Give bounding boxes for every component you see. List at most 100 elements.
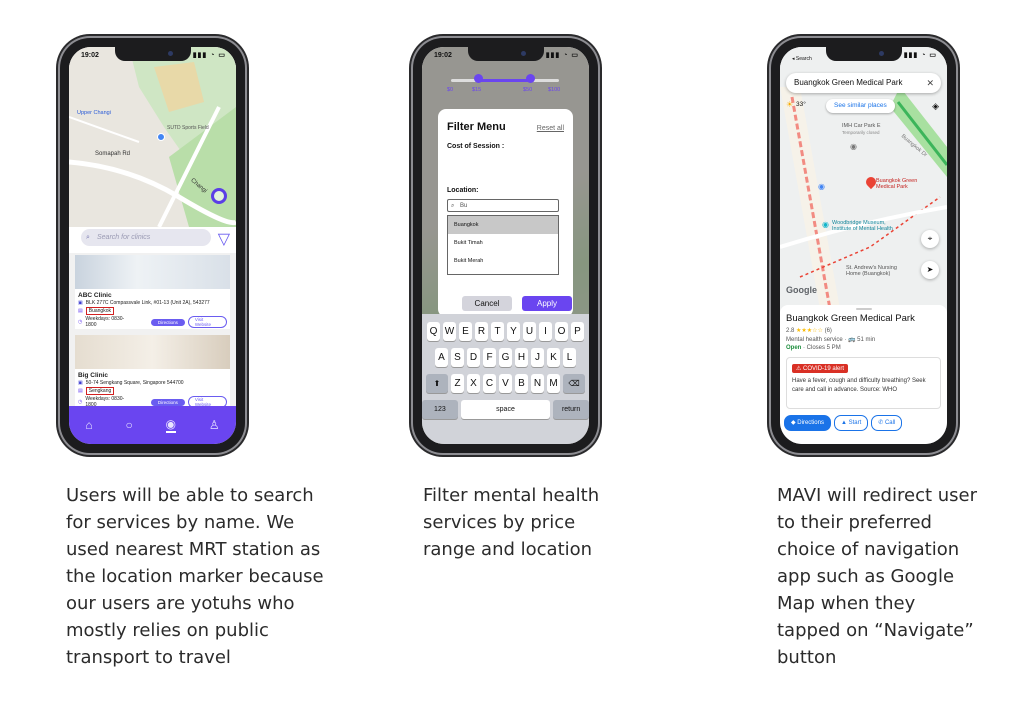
price-tick: $15 <box>472 87 482 93</box>
close-icon[interactable]: ✕ <box>926 73 934 93</box>
rating-stars: ★★★☆☆ <box>796 328 823 334</box>
caption-navigation: MAVI will redirect user to their preferr… <box>777 485 978 668</box>
key[interactable]: N <box>531 374 544 393</box>
place-pin-icon[interactable]: ◉ <box>818 182 825 191</box>
visit-website-button[interactable]: Visit Website <box>187 316 227 328</box>
sheet-drag-handle[interactable] <box>855 308 872 310</box>
layers-icon[interactable]: ◈ <box>932 101 939 112</box>
clinic-station-row: ▤ Sengkang <box>78 387 227 395</box>
keyboard-row: Q W E R T Y U I O P <box>422 322 589 341</box>
key[interactable]: F <box>483 348 496 367</box>
clinic-name: ABC Clinic <box>78 292 112 299</box>
keyboard-row: 123 space return <box>422 400 589 419</box>
key[interactable]: K <box>547 348 560 367</box>
museum-pin-icon[interactable]: ◉ <box>822 220 829 229</box>
search-tab-icon[interactable]: ○ <box>125 418 132 432</box>
place-details-sheet: Buangkok Green Medical Park 2.8 ★★★☆☆ (6… <box>780 305 947 444</box>
building-icon: ▣ <box>78 300 83 306</box>
clinic-search-input[interactable]: ⌕ Search for clinics <box>81 229 211 246</box>
key[interactable]: O <box>555 322 568 341</box>
dropdown-option[interactable]: Bukit Merah <box>448 252 558 270</box>
see-similar-places-button[interactable]: See similar places <box>826 99 895 113</box>
covid-alert-badge: ⚠ COVID-19 alert <box>792 364 849 373</box>
price-min-handle[interactable] <box>474 74 483 83</box>
key[interactable]: C <box>483 374 496 393</box>
dropdown-option[interactable]: Buangkok <box>448 216 558 234</box>
clinic-card[interactable]: ABC Clinic ▣ BLK 277C Compassvale Link, #… <box>75 255 230 329</box>
map-pin-icon[interactable]: ◉ <box>165 417 177 433</box>
key[interactable]: W <box>443 322 456 341</box>
map-label-selected-place: Buangkok Green Medical Park <box>876 178 918 190</box>
key[interactable]: P <box>571 322 584 341</box>
review-count: (6) <box>824 328 832 334</box>
parking-pin-icon[interactable]: ◉ <box>850 142 857 151</box>
key[interactable]: Z <box>451 374 464 393</box>
map-view[interactable]: Upper Changi SUTD Sports Field Somapah R… <box>69 47 236 227</box>
place-type: Mental health service · 🚌 51 min <box>786 337 876 343</box>
cancel-button[interactable]: Cancel <box>462 296 512 311</box>
key[interactable]: H <box>515 348 528 367</box>
search-placeholder: Search for clinics <box>97 234 151 241</box>
key[interactable]: Q <box>427 322 440 341</box>
key[interactable]: S <box>451 348 464 367</box>
clinic-station: Sengkang <box>85 387 115 395</box>
key[interactable]: J <box>531 348 544 367</box>
location-marker-icon[interactable] <box>211 188 227 204</box>
start-label: Start <box>848 420 862 426</box>
key[interactable]: M <box>547 374 560 393</box>
filter-icon[interactable]: ▽ <box>218 229 230 249</box>
key[interactable]: I <box>539 322 552 341</box>
my-location-icon[interactable]: ⌖ <box>921 230 939 248</box>
directions-label: Directions <box>797 420 824 426</box>
clinic-address: BLK 277C Compassvale Link, #01-13 (Unit … <box>85 300 210 306</box>
key[interactable]: L <box>563 348 576 367</box>
space-key[interactable]: space <box>460 400 551 419</box>
key[interactable]: T <box>491 322 504 341</box>
location-input[interactable]: ⌕ Bu <box>447 199 559 212</box>
call-button[interactable]: ✆ Call <box>871 415 903 431</box>
map-label-somapah: Somapah Rd <box>95 151 131 157</box>
key[interactable]: D <box>467 348 480 367</box>
call-label: Call <box>884 420 896 426</box>
closing-time: · Closes 5 PM <box>801 345 841 351</box>
clinic-hours-row: ◷ Weekdays: 0830-1800 Directions Visit We… <box>78 316 227 328</box>
start-button[interactable]: ▲ Start <box>833 415 869 431</box>
phone-notch <box>114 47 191 61</box>
clinic-card[interactable]: Big Clinic ▣ 50-74 Sengkang Square, Singa… <box>75 335 230 409</box>
directions-button[interactable]: Directions <box>150 318 185 326</box>
phone-mockup-filter: 19:02 ▮▮▮ ◔ ▭ Filter Menu Reset all Cost… <box>413 38 598 453</box>
status-time: 19:02 <box>81 52 99 59</box>
key[interactable]: X <box>467 374 480 393</box>
shift-key-icon[interactable]: ⬆ <box>426 374 448 393</box>
back-to-search-link[interactable]: ◂ Search <box>792 56 812 62</box>
directions-button[interactable]: ◆ Directions <box>784 415 831 431</box>
profile-icon[interactable]: ♙ <box>209 418 220 432</box>
clinic-station: Buangkok <box>85 307 114 315</box>
covid-alert-card[interactable]: ⚠ COVID-19 alert Have a fever, cough and… <box>786 357 941 409</box>
place-name: Buangkok Green Medical Park <box>786 313 915 324</box>
dropdown-option[interactable]: Bukit Timah <box>448 234 558 252</box>
key[interactable]: E <box>459 322 472 341</box>
phone-icon: ✆ <box>878 420 885 426</box>
directions-button[interactable]: Directions <box>150 398 185 406</box>
backspace-key-icon[interactable]: ⌫ <box>563 374 585 393</box>
map-label-imh-status: Temporarily closed <box>842 130 880 135</box>
navigate-arrow-icon[interactable]: ➤ <box>921 261 939 279</box>
key[interactable]: G <box>499 348 512 367</box>
key[interactable]: Y <box>507 322 520 341</box>
key[interactable]: U <box>523 322 536 341</box>
price-max-handle[interactable] <box>526 74 535 83</box>
key[interactable]: R <box>475 322 488 341</box>
signal-battery-icon: ▮▮▮ ◔ ▭ <box>903 52 937 59</box>
key[interactable]: A <box>435 348 448 367</box>
location-section: Location: ⌕ Bu Buangkok Bukit Timah Buki… <box>438 109 573 317</box>
return-key[interactable]: return <box>553 400 589 419</box>
apply-button[interactable]: Apply <box>522 296 572 311</box>
key[interactable]: B <box>515 374 528 393</box>
home-icon[interactable]: ⌂ <box>85 418 92 432</box>
numbers-key[interactable]: 123 <box>422 400 458 419</box>
map-label-sports-field: SUTD Sports Field <box>167 125 209 131</box>
maps-search-box[interactable]: Buangkok Green Medical Park ✕ <box>786 73 941 93</box>
key[interactable]: V <box>499 374 512 393</box>
navigation-arrow-icon: ▲ <box>840 420 849 426</box>
